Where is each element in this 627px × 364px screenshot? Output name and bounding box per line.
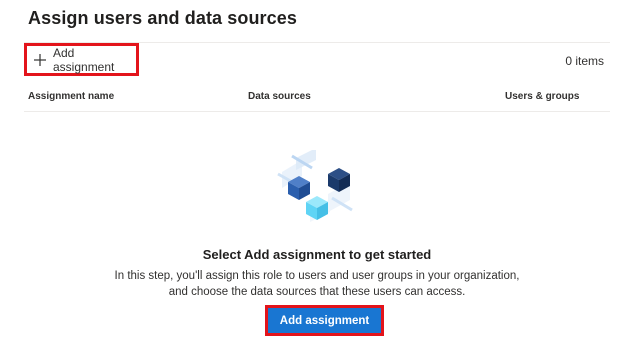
isometric-cubes-illustration [277,150,353,222]
column-header-assignment-name[interactable]: Assignment name [28,91,114,102]
add-assignment-command[interactable]: Add assignment [24,43,139,76]
page-title: Assign users and data sources [28,8,297,28]
assign-users-page: Assign users and data sources Add assign… [0,0,627,364]
empty-state-description: In this step, you'll assign this role to… [24,268,610,300]
empty-state: Select Add assignment to get started In … [24,150,610,300]
empty-state-title: Select Add assignment to get started [202,247,432,262]
plus-icon [33,53,47,67]
add-assignment-command-label: Add assignment [53,45,115,74]
add-assignment-button[interactable]: Add assignment [268,308,381,333]
table-header: Assignment name Data sources Users & gro… [24,84,610,112]
empty-state-description-line-1: In this step, you'll assign this role to… [114,270,520,282]
column-header-users-groups[interactable]: Users & groups [505,91,579,102]
empty-state-description-line-2: and choose the data sources that these u… [168,286,466,298]
add-assignment-button-highlight: Add assignment [265,305,384,336]
column-header-data-sources[interactable]: Data sources [248,91,311,102]
command-bar: Add assignment 0 items [24,42,610,77]
item-count: 0 items [565,54,604,68]
